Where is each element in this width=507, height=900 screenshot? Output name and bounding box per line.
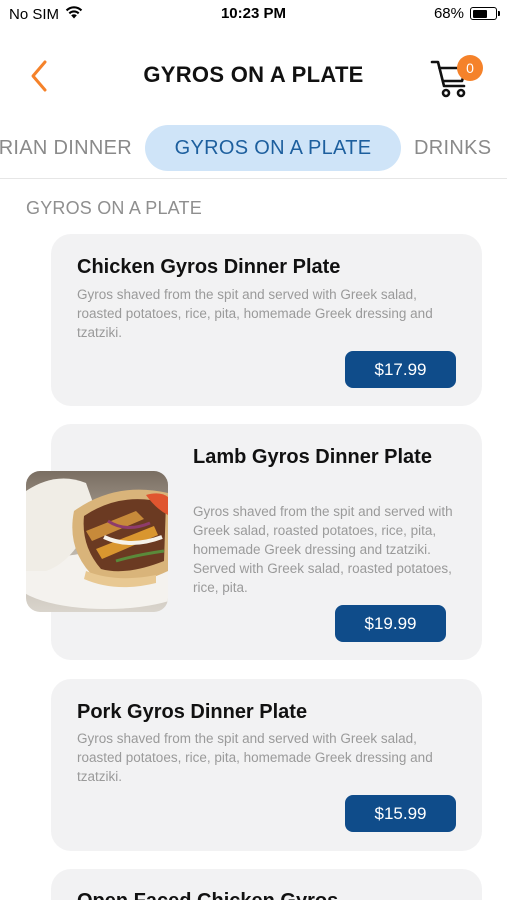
section-title: GYROS ON A PLATE [26,198,202,218]
category-tabs: RIAN DINNER GYROS ON A PLATE DRINKS [0,124,507,172]
cart-count-badge: 0 [457,55,483,81]
status-bar: No SIM 10:23 PM 68% [0,0,507,30]
battery-percent: 68% [433,5,464,22]
battery-fill [472,9,488,18]
menu-item-card[interactable]: Pork Gyros Dinner Plate Gyros shaved fro… [51,679,482,851]
cart-button[interactable]: 0 [428,52,490,102]
item-name: Lamb Gyros Dinner Plate [193,446,432,468]
menu-item-card[interactable]: Open Faced Chicken Gyros [51,869,482,900]
item-name: Pork Gyros Dinner Plate [77,701,308,723]
tab-gyros-on-a-plate[interactable]: GYROS ON A PLATE [145,125,401,171]
item-description: Gyros shaved from the spit and served wi… [193,504,453,595]
status-right: 68% [433,5,500,22]
price-button[interactable]: $19.99 [335,605,446,642]
item-description: Gyros shaved from the spit and served wi… [77,731,433,784]
item-name: Open Faced Chicken Gyros [77,887,338,900]
item-image[interactable] [26,471,168,612]
tab-drinks[interactable]: DRINKS [414,125,491,171]
nav-bar: GYROS ON A PLATE 0 [0,38,507,114]
status-time: 10:23 PM [220,5,287,22]
menu-item-card[interactable]: Chicken Gyros Dinner Plate Gyros shaved … [51,234,482,406]
item-name: Chicken Gyros Dinner Plate [77,256,341,278]
price-button[interactable]: $17.99 [345,351,456,388]
price-button[interactable]: $15.99 [345,795,456,832]
item-description: Gyros shaved from the spit and served wi… [77,287,433,340]
battery-icon [470,7,500,20]
tabs-divider [0,178,507,179]
tab-vegetarian-dinner[interactable]: RIAN DINNER [0,125,132,171]
